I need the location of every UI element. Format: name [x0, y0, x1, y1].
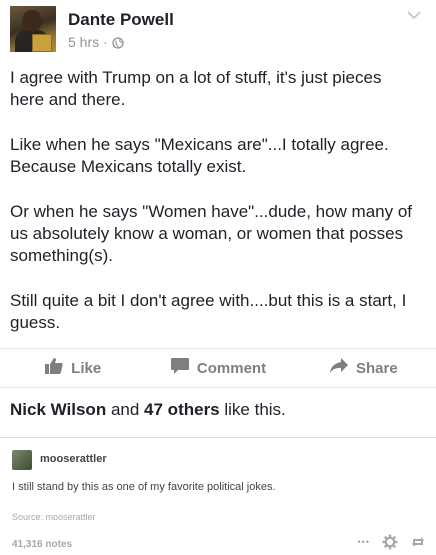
post-paragraph: Or when he says "Women have"...dude, how…	[10, 202, 413, 265]
chevron-down-icon[interactable]	[406, 8, 422, 20]
author-name[interactable]: Dante Powell	[68, 10, 174, 30]
share-button[interactable]: Share	[291, 349, 436, 387]
post-action-bar: Like Comment Share	[0, 348, 436, 388]
thumbs-up-icon	[44, 357, 64, 379]
facebook-post: Dante Powell 5 hrs · I agree with Trump …	[0, 0, 436, 438]
comment-button[interactable]: Comment	[145, 349, 290, 387]
tumblr-reblog: mooserattler I still stand by this as on…	[0, 438, 436, 555]
likes-summary: Nick Wilson and 47 others like this.	[10, 400, 286, 420]
reblog-comment: I still stand by this as one of my favor…	[12, 481, 276, 493]
author-avatar[interactable]	[10, 6, 56, 52]
globe-icon	[112, 36, 124, 49]
meta-separator: ·	[103, 34, 108, 50]
reblog-icon[interactable]	[410, 534, 426, 550]
post-controls: •••	[358, 534, 426, 550]
post-text: I agree with Trump on a lot of stuff, it…	[10, 67, 420, 357]
source-link[interactable]: Source: mooserattler	[12, 512, 96, 522]
more-icon[interactable]: •••	[358, 537, 370, 547]
post-time[interactable]: 5 hrs	[68, 34, 99, 50]
post-paragraph: I agree with Trump on a lot of stuff, it…	[10, 68, 382, 109]
reblogger-username[interactable]: mooserattler	[40, 453, 107, 465]
notes-count[interactable]: 41,316 notes	[12, 539, 72, 550]
reblogger-avatar[interactable]	[12, 450, 32, 470]
share-arrow-icon	[329, 357, 349, 379]
share-label: Share	[355, 359, 398, 377]
post-paragraph: Still quite a bit I don't agree with....…	[10, 291, 407, 332]
like-label: Like	[71, 359, 102, 377]
post-meta: 5 hrs ·	[68, 34, 124, 50]
post-paragraph: Like when he says "Mexicans are"...I tot…	[10, 135, 389, 176]
gear-icon[interactable]	[382, 534, 398, 550]
post-header: Dante Powell 5 hrs ·	[10, 6, 426, 56]
likes-others-link[interactable]: 47 others	[144, 400, 220, 419]
likes-connector: and	[110, 400, 140, 419]
like-button[interactable]: Like	[0, 349, 145, 387]
comment-icon	[170, 357, 190, 379]
likes-suffix: like this.	[224, 400, 286, 419]
comment-label: Comment	[196, 359, 267, 377]
liker-name[interactable]: Nick Wilson	[10, 400, 106, 419]
